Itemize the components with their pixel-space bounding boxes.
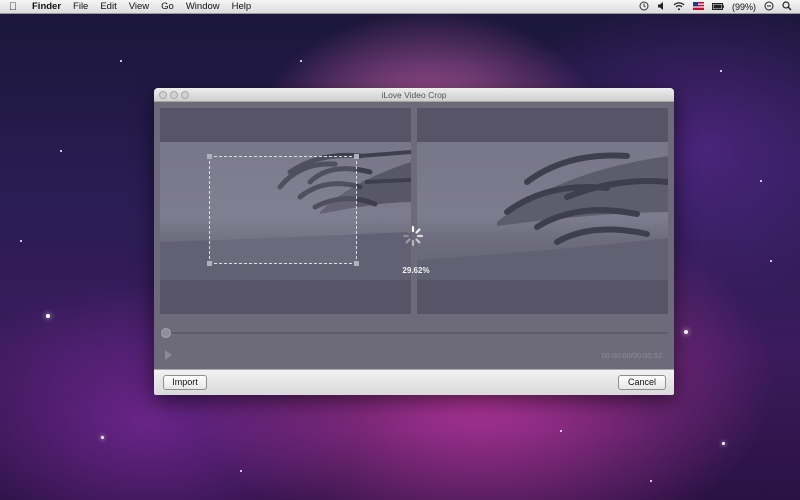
menu-bar:  Finder File Edit View Go Window Help (… (0, 0, 800, 14)
timeline: 00:00:00/00:00:52 (160, 318, 668, 366)
menu-go[interactable]: Go (155, 0, 180, 14)
star (46, 314, 50, 318)
wifi-icon[interactable] (673, 1, 685, 13)
app-window: iLove Video Crop 29.62% 00:00:00/00:00:5… (154, 88, 674, 395)
star (760, 180, 762, 182)
seek-track[interactable] (160, 332, 668, 334)
menu-file[interactable]: File (67, 0, 94, 14)
battery-percent: (99%) (731, 1, 756, 12)
crop-handle-top-right[interactable] (354, 154, 359, 159)
editor-area: 29.62% 00:00:00/00:00:52 (154, 102, 674, 369)
star (60, 150, 62, 152)
seek-knob[interactable] (161, 328, 171, 338)
title-bar[interactable]: iLove Video Crop (154, 88, 674, 102)
clock-icon[interactable] (764, 1, 774, 13)
time-display: 00:00:00/00:00:52 (601, 351, 662, 360)
spotlight-icon[interactable] (782, 0, 792, 13)
output-preview (417, 108, 668, 314)
star (650, 480, 652, 482)
flag-icon[interactable] (692, 1, 704, 12)
star (560, 430, 562, 432)
import-button[interactable]: Import (163, 375, 207, 390)
source-video-frame (160, 142, 411, 280)
window-controls (159, 91, 189, 99)
star (240, 470, 242, 472)
crop-handle-top-left[interactable] (207, 154, 212, 159)
star (720, 70, 722, 72)
play-icon[interactable] (165, 350, 172, 360)
star (120, 60, 122, 62)
crop-selection[interactable] (207, 154, 359, 266)
star (770, 260, 772, 262)
source-preview (160, 108, 411, 314)
apple-icon[interactable]:  (0, 1, 26, 13)
star (20, 240, 22, 242)
battery-icon[interactable] (711, 2, 724, 12)
minimize-window-button[interactable] (170, 91, 178, 99)
star (684, 330, 688, 334)
crop-handle-bottom-left[interactable] (207, 261, 212, 266)
volume-icon[interactable] (657, 1, 665, 13)
menu-window[interactable]: Window (180, 0, 226, 14)
time-machine-icon[interactable] (639, 1, 649, 13)
zoom-window-button[interactable] (181, 91, 189, 99)
close-window-button[interactable] (159, 91, 167, 99)
output-video-frame (417, 142, 668, 280)
crop-handle-bottom-right[interactable] (354, 261, 359, 266)
cancel-button[interactable]: Cancel (618, 375, 666, 390)
window-title: iLove Video Crop (381, 90, 447, 100)
status-area: (99%) (639, 0, 800, 13)
menu-view[interactable]: View (123, 0, 155, 14)
menu-help[interactable]: Help (226, 0, 258, 14)
menu-app-name[interactable]: Finder (26, 0, 67, 14)
star (722, 442, 725, 445)
star (300, 60, 302, 62)
menu-edit[interactable]: Edit (94, 0, 122, 14)
star (101, 436, 104, 439)
window-footer: Import Cancel (154, 369, 674, 395)
progress-percent: 29.62% (402, 266, 430, 275)
spinner-icon (402, 225, 424, 247)
